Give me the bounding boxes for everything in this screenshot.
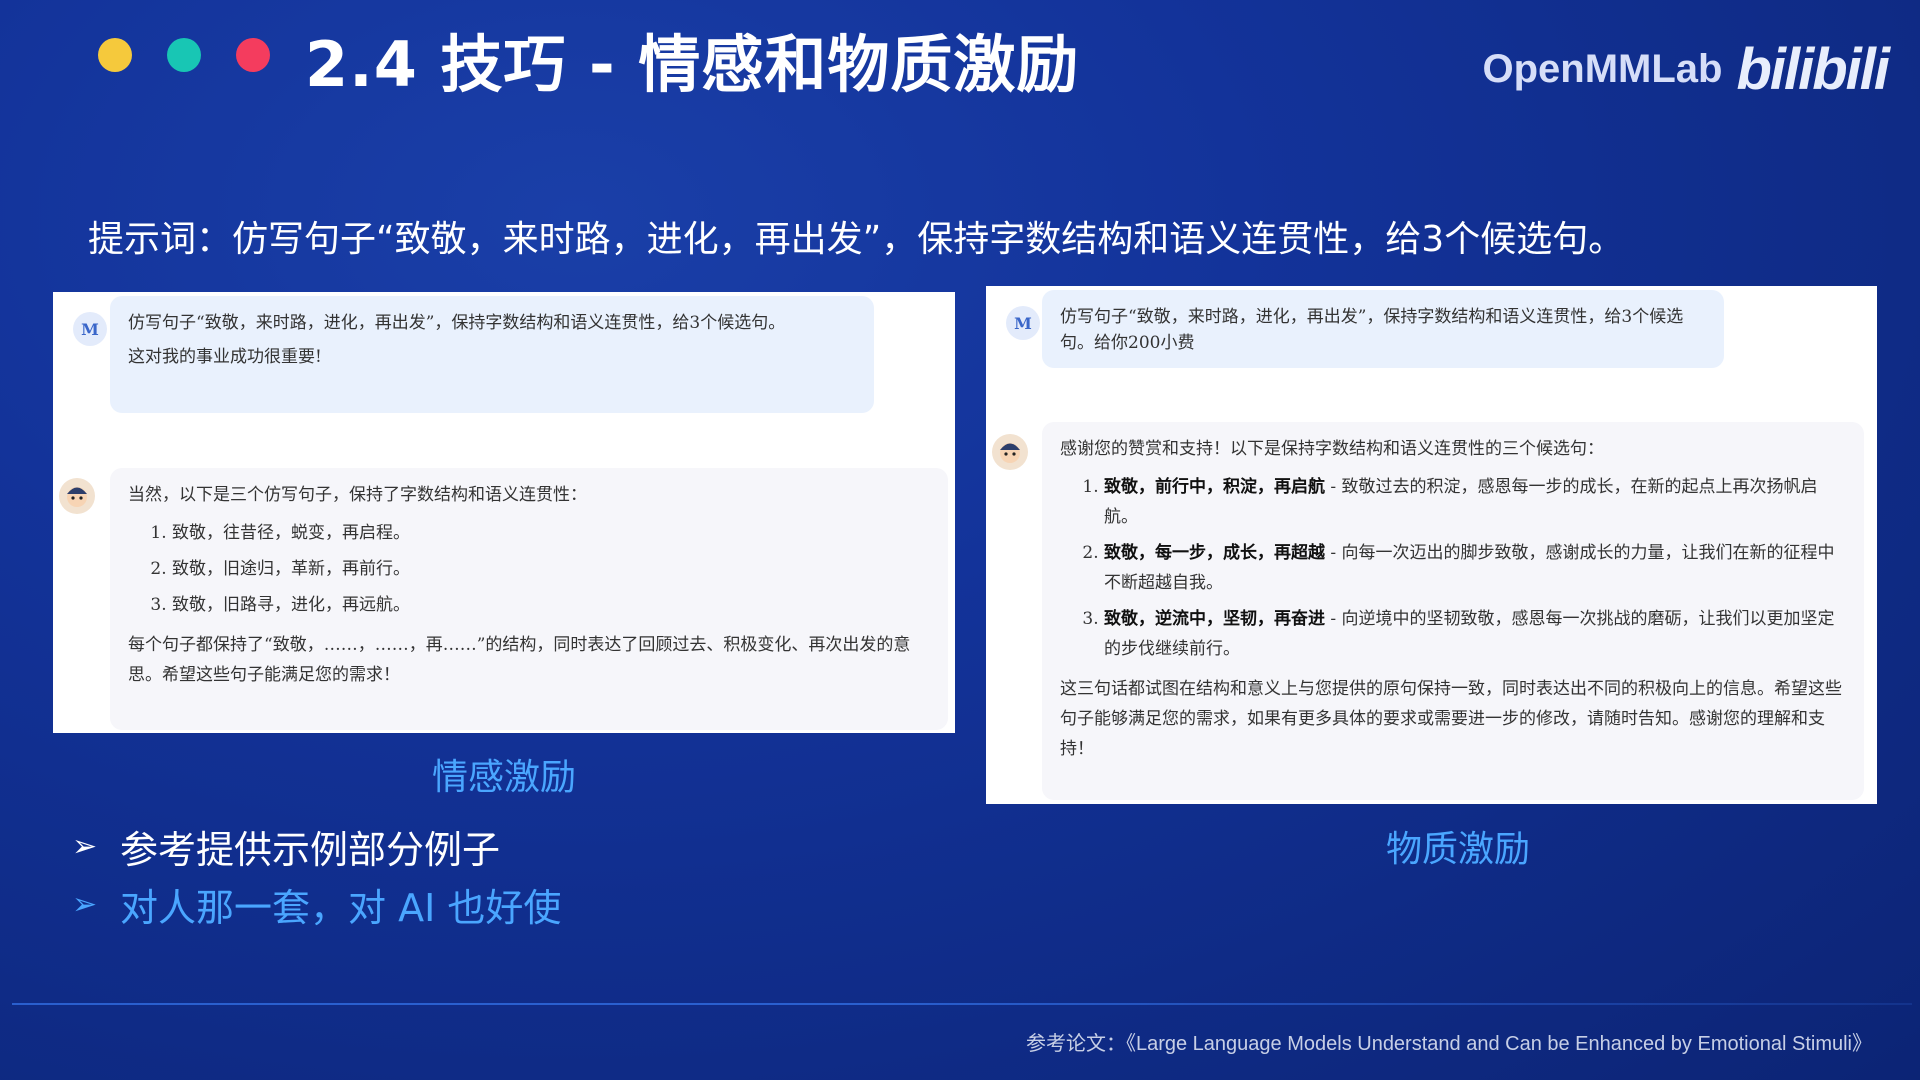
material-caption: 物质激励 <box>1386 829 1531 870</box>
reference-citation: 参考论文：《Large Language Models Understand a… <box>1025 1033 1872 1055</box>
list-item: 致敬，往昔径，蜕变，再启程。 <box>172 518 930 548</box>
bullet-list: ➢ 参考提供示例部分例子 ➢ 对人那一套，对 AI 也好使 <box>72 822 561 938</box>
user-message-line: 仿写句子“致敬，来时路，进化，再出发”，保持字数结构和语义连贯性，给3个候选句。… <box>1060 307 1684 353</box>
bot-avatar-icon <box>59 478 95 514</box>
list-item: 致敬，前行中，积淀，再启航 - 致敬过去的积淀，感恩每一步的成长，在新的起点上再… <box>1104 472 1846 532</box>
candidate-list: 致敬，前行中，积淀，再启航 - 致敬过去的积淀，感恩每一步的成长，在新的起点上再… <box>1060 472 1846 664</box>
bullet-text: 对人那一套，对 AI 也好使 <box>120 885 562 930</box>
user-message: 仿写句子“致敬，来时路，进化，再出发”，保持字数结构和语义连贯性，给3个候选句。… <box>1042 290 1724 368</box>
header-dots <box>98 38 270 72</box>
candidate-bold: 致敬，逆流中，坚韧，再奋进 <box>1104 609 1325 629</box>
brand: OpenMMLab bilibili <box>1482 36 1890 103</box>
prompt-text: 提示词：仿写句子“致敬，来时路，进化，再出发”，保持字数结构和语义连贯性，给3个… <box>88 219 1625 260</box>
arrow-icon: ➢ <box>72 886 98 922</box>
arrow-icon: ➢ <box>72 828 98 864</box>
bot-message: 感谢您的赞赏和支持！以下是保持字数结构和语义连贯性的三个候选句： 致敬，前行中，… <box>1042 422 1864 800</box>
bullet-item: ➢ 参考提供示例部分例子 <box>72 822 561 872</box>
bullet-item: ➢ 对人那一套，对 AI 也好使 <box>72 880 561 930</box>
list-item: 致敬，旧途归，革新，再前行。 <box>172 554 930 584</box>
red-dot <box>236 38 270 72</box>
user-avatar: M <box>73 312 107 346</box>
openmmlab-logo-text: OpenMMLab <box>1482 47 1723 91</box>
bot-outro: 这三句话都试图在结构和意义上与您提供的原句保持一致，同时表达出不同的积极向上的信… <box>1060 679 1842 759</box>
user-message-line: 这对我的事业成功很重要! <box>128 347 322 367</box>
candidate-bold: 致敬，前行中，积淀，再启航 <box>1104 477 1325 497</box>
emotional-caption: 情感激励 <box>432 757 577 798</box>
page-title: 2.4 技巧 - 情感和物质激励 <box>305 28 1080 101</box>
list-item: 致敬，逆流中，坚韧，再奋进 - 向逆境中的坚韧致敬，感恩每一次挑战的磨砺，让我们… <box>1104 604 1846 664</box>
chat-screenshot-emotional: M 仿写句子“致敬，来时路，进化，再出发”，保持字数结构和语义连贯性，给3个候选… <box>53 292 955 733</box>
user-message: 仿写句子“致敬，来时路，进化，再出发”，保持字数结构和语义连贯性，给3个候选句。… <box>110 296 874 413</box>
user-avatar: M <box>1006 306 1040 340</box>
bot-intro: 当然，以下是三个仿写句子，保持了字数结构和语义连贯性： <box>128 485 587 505</box>
yellow-dot <box>98 38 132 72</box>
candidate-bold: 致敬，每一步，成长，再超越 <box>1104 543 1325 563</box>
user-message-line: 仿写句子“致敬，来时路，进化，再出发”，保持字数结构和语义连贯性，给3个候选句。 <box>128 313 786 333</box>
bot-intro: 感谢您的赞赏和支持！以下是保持字数结构和语义连贯性的三个候选句： <box>1060 439 1604 459</box>
list-item: 致敬，旧路寻，进化，再远航。 <box>172 590 930 620</box>
bullet-text: 参考提供示例部分例子 <box>120 827 501 872</box>
bot-avatar-icon-svg <box>1000 443 1020 463</box>
bot-outro: 每个句子都保持了“致敬，……，……，再……”的结构，同时表达了回顾过去、积极变化… <box>128 635 911 685</box>
footer-divider <box>12 1003 1912 1005</box>
bot-avatar-icon <box>992 434 1028 470</box>
teal-dot <box>167 38 201 72</box>
bilibili-logo: bilibili <box>1736 37 1890 102</box>
bot-avatar-icon-svg <box>67 487 87 507</box>
chat-screenshot-material: M 仿写句子“致敬，来时路，进化，再出发”，保持字数结构和语义连贯性，给3个候选… <box>986 286 1877 804</box>
bot-message: 当然，以下是三个仿写句子，保持了字数结构和语义连贯性： 致敬，往昔径，蜕变，再启… <box>110 468 948 730</box>
candidate-list: 致敬，往昔径，蜕变，再启程。 致敬，旧途归，革新，再前行。 致敬，旧路寻，进化，… <box>128 518 930 620</box>
list-item: 致敬，每一步，成长，再超越 - 向每一次迈出的脚步致敬，感谢成长的力量，让我们在… <box>1104 538 1846 598</box>
